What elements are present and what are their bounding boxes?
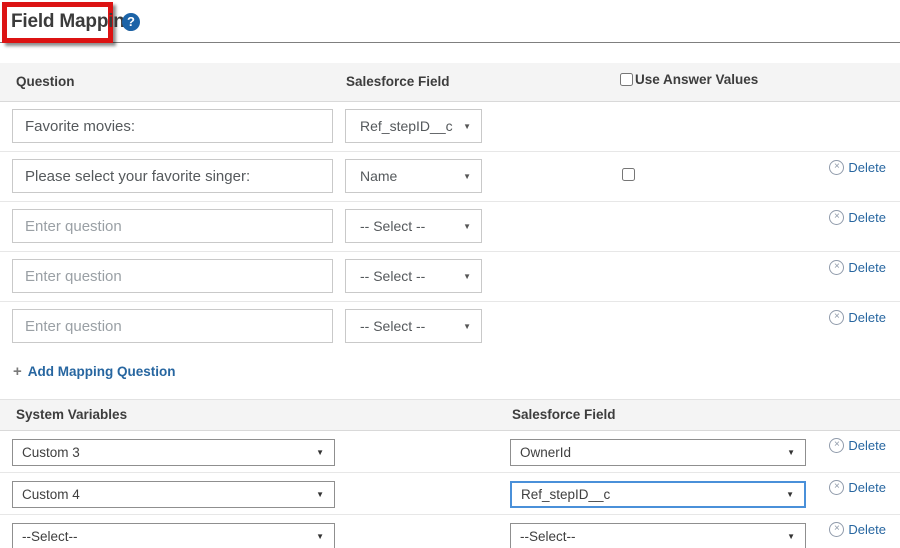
use-answer-values-header-checkbox[interactable] [620,73,633,86]
system-variables-table: System Variables Salesforce Field Custom… [0,399,900,548]
delete-label: Delete [848,438,886,453]
salesforce-field-select[interactable]: Name ▼ [345,159,482,193]
salesforce-field-select[interactable]: Ref_stepID__c ▼ [345,109,482,143]
chevron-down-icon: ▼ [316,532,324,541]
delete-button[interactable]: × Delete [829,210,886,225]
add-mapping-question-button[interactable]: + Add Mapping Question [13,363,176,380]
question-input[interactable] [12,159,333,193]
page-title: Field Mapping [11,11,136,33]
circle-x-icon: × [829,522,844,537]
circle-x-icon: × [829,480,844,495]
question-input[interactable] [12,259,333,293]
use-answer-values-label: Use Answer Values [635,72,758,87]
plus-icon: + [13,363,22,380]
selected-value: -- Select -- [360,318,425,334]
chevron-down-icon: ▼ [316,490,324,499]
selected-value: -- Select -- [360,218,425,234]
salesforce-field-select[interactable]: -- Select -- ▼ [345,309,482,343]
delete-label: Delete [848,210,886,225]
selected-value: Ref_stepID__c [521,487,610,502]
question-row: -- Select -- ▼ × Delete [0,251,900,301]
delete-button[interactable]: × Delete [829,160,886,175]
chevron-down-icon: ▼ [787,448,795,457]
header-system-variables: System Variables [16,407,127,422]
system-variable-row: Custom 3 ▼ OwnerId ▼ × Delete [0,431,900,472]
question-row: -- Select -- ▼ × Delete [0,201,900,251]
chevron-down-icon: ▼ [463,222,471,231]
circle-x-icon: × [829,210,844,225]
delete-button[interactable]: × Delete [829,480,886,495]
header-use-answer-values: Use Answer Values [620,72,758,87]
circle-x-icon: × [829,260,844,275]
question-mapping-table: Question Salesforce Field Use Answer Val… [0,63,900,351]
salesforce-field-select-focused[interactable]: Ref_stepID__c ▼ [510,481,806,508]
delete-label: Delete [848,310,886,325]
title-divider [0,42,900,43]
salesforce-field-select[interactable]: OwnerId ▼ [510,439,806,466]
chevron-down-icon: ▼ [463,172,471,181]
circle-x-icon: × [829,310,844,325]
add-mapping-question-label: Add Mapping Question [28,364,176,379]
chevron-down-icon: ▼ [463,272,471,281]
chevron-down-icon: ▼ [787,532,795,541]
question-row: -- Select -- ▼ × Delete [0,301,900,351]
delete-label: Delete [848,480,886,495]
chevron-down-icon: ▼ [463,322,471,331]
selected-value: --Select-- [22,529,78,544]
header-question: Question [16,74,75,89]
header-salesforce-field: Salesforce Field [346,74,450,89]
system-variable-select[interactable]: --Select-- ▼ [12,523,335,548]
question-row: Name ▼ × Delete [0,151,900,201]
salesforce-field-select[interactable]: -- Select -- ▼ [345,209,482,243]
salesforce-field-select[interactable]: --Select-- ▼ [510,523,806,548]
circle-x-icon: × [829,438,844,453]
delete-button[interactable]: × Delete [829,260,886,275]
question-table-header: Question Salesforce Field Use Answer Val… [0,63,900,102]
question-input[interactable] [12,209,333,243]
question-input[interactable] [12,309,333,343]
selected-value: Ref_stepID__c [360,118,453,134]
delete-button[interactable]: × Delete [829,522,886,537]
selected-value: --Select-- [520,529,576,544]
delete-button[interactable]: × Delete [829,310,886,325]
question-row: Ref_stepID__c ▼ [0,102,900,151]
selected-value: OwnerId [520,445,571,460]
delete-label: Delete [848,522,886,537]
delete-label: Delete [848,160,886,175]
selected-value: Custom 3 [22,445,80,460]
selected-value: -- Select -- [360,268,425,284]
salesforce-field-select[interactable]: -- Select -- ▼ [345,259,482,293]
chevron-down-icon: ▼ [316,448,324,457]
circle-x-icon: × [829,160,844,175]
selected-value: Name [360,168,397,184]
delete-label: Delete [848,260,886,275]
selected-value: Custom 4 [22,487,80,502]
use-answer-values-checkbox[interactable] [622,168,635,181]
help-icon[interactable]: ? [122,13,140,31]
chevron-down-icon: ▼ [786,490,794,499]
chevron-down-icon: ▼ [463,122,471,131]
system-table-header: System Variables Salesforce Field [0,399,900,431]
system-variable-select[interactable]: Custom 3 ▼ [12,439,335,466]
header-salesforce-field: Salesforce Field [512,407,616,422]
system-variable-select[interactable]: Custom 4 ▼ [12,481,335,508]
system-variable-row: Custom 4 ▼ Ref_stepID__c ▼ × Delete [0,472,900,514]
question-input[interactable] [12,109,333,143]
delete-button[interactable]: × Delete [829,438,886,453]
system-variable-row: --Select-- ▼ --Select-- ▼ × Delete [0,514,900,548]
